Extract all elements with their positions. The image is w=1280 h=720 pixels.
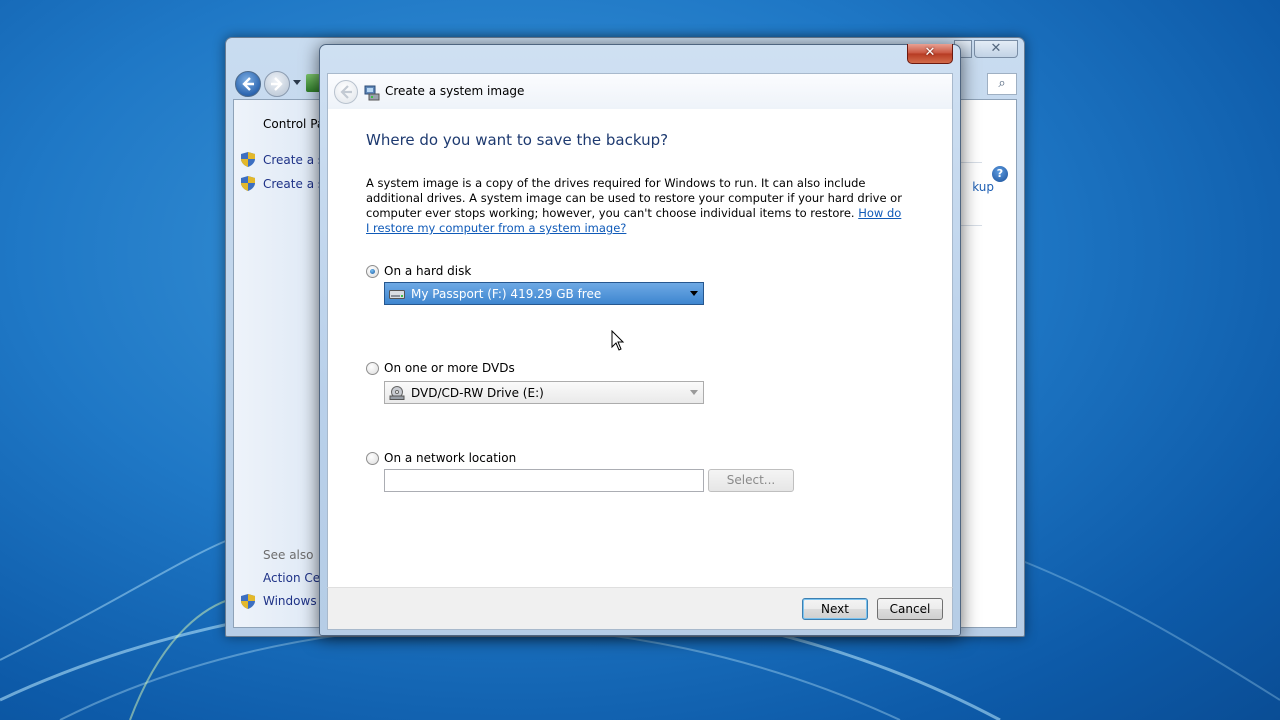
dvd-option[interactable]: On one or more DVDs <box>366 361 515 375</box>
uac-shield-icon <box>241 594 255 609</box>
see-also-label: See also <box>263 548 314 562</box>
network-label: On a network location <box>384 451 517 465</box>
dvd-drive-icon <box>389 385 405 400</box>
hard-drive-icon <box>389 289 405 299</box>
search-icon[interactable]: ⌕ <box>987 73 1017 95</box>
system-image-icon <box>364 85 380 101</box>
hard-disk-dropdown[interactable]: My Passport (F:) 419.29 GB free <box>384 282 704 305</box>
uac-shield-icon <box>241 176 255 191</box>
hard-disk-radio[interactable] <box>366 264 379 278</box>
dialog-body: Where do you want to save the backup? A … <box>327 109 953 587</box>
dvd-label: On one or more DVDs <box>384 361 515 375</box>
create-system-image-link[interactable]: Create a sy <box>263 153 323 167</box>
control-panel-home-link[interactable]: Control Pa <box>263 117 323 131</box>
back-arrow-icon <box>340 85 352 99</box>
recent-pages-arrow-icon[interactable] <box>293 80 301 85</box>
network-option[interactable]: On a network location <box>366 451 516 465</box>
mouse-cursor-icon <box>611 330 625 351</box>
back-button[interactable] <box>235 71 261 97</box>
network-path-input[interactable] <box>384 469 704 492</box>
uac-shield-icon <box>241 152 255 167</box>
backup-link[interactable]: kup <box>972 180 994 194</box>
select-network-button[interactable]: Select... <box>708 469 794 492</box>
forward-button[interactable] <box>264 71 290 97</box>
hard-disk-label: On a hard disk <box>384 264 472 278</box>
action-center-link[interactable]: Action Cer <box>263 571 323 585</box>
back-arrow-icon <box>242 77 254 91</box>
dialog-header: Create a system image <box>327 73 953 109</box>
help-icon[interactable]: ? <box>992 166 1008 182</box>
dvd-radio[interactable] <box>366 361 379 375</box>
next-button[interactable]: Next <box>802 598 868 620</box>
dialog-close-button[interactable]: ✕ <box>907 44 953 64</box>
create-repair-disc-link[interactable]: Create a sy <box>263 177 323 191</box>
dialog-footer: Next Cancel <box>327 587 953 630</box>
background-close-button[interactable]: ✕ <box>974 40 1018 58</box>
chevron-down-icon <box>690 291 698 296</box>
cancel-button[interactable]: Cancel <box>877 598 943 620</box>
forward-arrow-icon <box>271 77 283 91</box>
dialog-title: Create a system image <box>385 84 525 98</box>
network-radio[interactable] <box>366 451 379 465</box>
wizard-back-button[interactable] <box>334 80 358 104</box>
dvd-selected: DVD/CD-RW Drive (E:) <box>411 385 544 400</box>
hard-disk-option[interactable]: On a hard disk <box>366 264 471 278</box>
chevron-down-icon <box>690 390 698 395</box>
description-body: A system image is a copy of the drives r… <box>366 176 902 220</box>
dvd-dropdown[interactable]: DVD/CD-RW Drive (E:) <box>384 381 704 404</box>
hard-disk-selected: My Passport (F:) 419.29 GB free <box>411 286 602 301</box>
page-heading: Where do you want to save the backup? <box>366 131 669 149</box>
windows-easy-transfer-link[interactable]: Windows E <box>263 594 323 608</box>
create-system-image-dialog: ✕ Create a system image Where do you wan… <box>319 44 961 636</box>
description-text: A system image is a copy of the drives r… <box>366 176 906 236</box>
